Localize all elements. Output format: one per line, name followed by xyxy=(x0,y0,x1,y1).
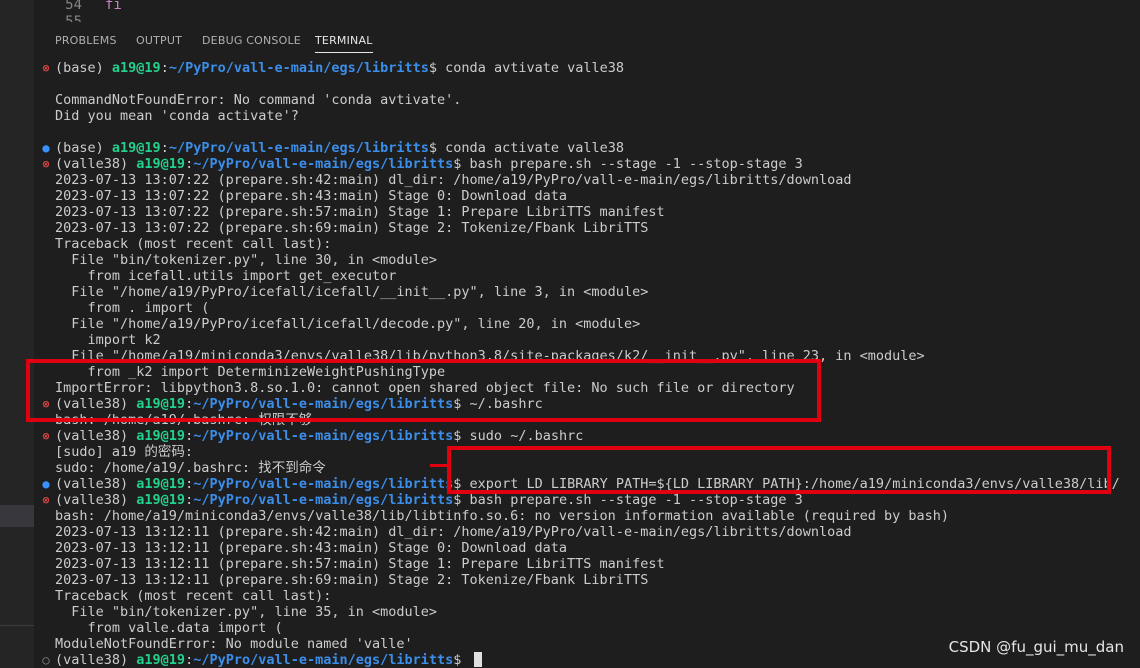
editor-code-line[interactable]: fi xyxy=(105,0,122,13)
prompt-separator: : xyxy=(185,428,194,444)
prompt-path: ~/PyPro/vall-e-main/egs/libritts xyxy=(193,492,454,508)
terminal-output-line: from icefall.utils import get_executor xyxy=(55,268,397,284)
prompt-separator: : xyxy=(185,156,194,172)
prompt-user: a19@19 xyxy=(136,156,186,172)
watermark: CSDN @fu_gui_mu_dan xyxy=(948,638,1124,656)
circle-x-icon[interactable]: ⊗ xyxy=(40,492,52,508)
prompt-separator: : xyxy=(160,60,169,76)
terminal-prompt-line: (valle38) a19@19:~/PyPro/vall-e-main/egs… xyxy=(55,652,482,668)
terminal-output-line: 2023-07-13 13:12:11 (prepare.sh:69:main)… xyxy=(55,572,649,588)
terminal-output-line: 2023-07-13 13:07:22 (prepare.sh:43:main)… xyxy=(55,188,568,204)
prompt-cmd: $ bash prepare.sh --stage -1 --stop-stag… xyxy=(453,492,803,508)
hollow-circle-icon[interactable]: ○ xyxy=(40,652,52,668)
prompt-path: ~/PyPro/vall-e-main/egs/libritts xyxy=(193,428,454,444)
prompt-cmd: $ conda avtivate valle38 xyxy=(428,60,624,76)
prompt-separator: : xyxy=(160,140,169,156)
prompt-cmd: $ xyxy=(453,652,470,668)
terminal-output-line: Did you mean 'conda activate'? xyxy=(55,108,299,124)
prompt-env: (valle38) xyxy=(55,428,137,444)
editor-peek: 54 fi 55 xyxy=(34,0,1140,23)
tab-terminal[interactable]: TERMINAL xyxy=(315,34,373,53)
terminal-output-line: File "/home/a19/PyPro/icefall/icefall/__… xyxy=(55,284,649,300)
terminal-output-line: Traceback (most recent call last): xyxy=(55,236,332,252)
highlight-connector xyxy=(430,464,448,467)
prompt-user: a19@19 xyxy=(136,652,186,668)
prompt-env: (valle38) xyxy=(55,652,137,668)
prompt-cmd: $ bash prepare.sh --stage -1 --stop-stag… xyxy=(453,156,803,172)
terminal-prompt-line: (valle38) a19@19:~/PyPro/vall-e-main/egs… xyxy=(55,492,803,508)
prompt-cmd: $ conda activate valle38 xyxy=(428,140,624,156)
highlight-box-export-command xyxy=(447,446,1111,494)
terminal-output-line: CommandNotFoundError: No command 'conda … xyxy=(55,92,462,108)
terminal-output-line: 2023-07-13 13:12:11 (prepare.sh:42:main)… xyxy=(55,524,852,540)
prompt-user: a19@19 xyxy=(136,476,186,492)
prompt-user: a19@19 xyxy=(136,428,186,444)
prompt-path: ~/PyPro/vall-e-main/egs/libritts xyxy=(168,60,429,76)
circle-x-icon[interactable]: ⊗ xyxy=(40,156,52,172)
prompt-env: (base) xyxy=(55,60,112,76)
prompt-user: a19@19 xyxy=(111,60,161,76)
prompt-separator: : xyxy=(185,492,194,508)
prompt-path: ~/PyPro/vall-e-main/egs/libritts xyxy=(168,140,429,156)
terminal-prompt-line: (base) a19@19:~/PyPro/vall-e-main/egs/li… xyxy=(55,140,624,156)
prompt-cmd: $ sudo ~/.bashrc xyxy=(453,428,584,444)
terminal-output-line: sudo: /home/a19/.bashrc: 找不到命令 xyxy=(55,460,326,476)
circle-x-icon[interactable]: ⊗ xyxy=(40,428,52,444)
prompt-separator: : xyxy=(185,652,194,668)
terminal-cursor xyxy=(473,652,482,667)
terminal-output-line: 2023-07-13 13:12:11 (prepare.sh:57:main)… xyxy=(55,556,665,572)
prompt-env: (valle38) xyxy=(55,476,137,492)
terminal-output-line: import k2 xyxy=(55,332,161,348)
filled-circle-icon[interactable]: ● xyxy=(40,476,52,492)
terminal-prompt-line: (valle38) a19@19:~/PyPro/vall-e-main/egs… xyxy=(55,156,803,172)
side-panel-strip xyxy=(0,0,34,668)
tab-problems[interactable]: PROBLEMS xyxy=(55,34,117,47)
prompt-separator: : xyxy=(185,476,194,492)
filled-circle-icon[interactable]: ● xyxy=(40,140,52,156)
circle-x-icon[interactable]: ⊗ xyxy=(40,60,52,76)
terminal-output-line: 2023-07-13 13:07:22 (prepare.sh:69:main)… xyxy=(55,220,649,236)
highlight-box-import-error xyxy=(26,359,821,422)
prompt-path: ~/PyPro/vall-e-main/egs/libritts xyxy=(193,652,454,668)
terminal-output-line: 2023-07-13 13:07:22 (prepare.sh:42:main)… xyxy=(55,172,852,188)
terminal-output-line: File "/home/a19/PyPro/icefall/icefall/de… xyxy=(55,316,641,332)
terminal-output-line: from . import ( xyxy=(55,300,210,316)
side-panel-selected-row[interactable] xyxy=(0,505,34,527)
terminal-prompt-line: (valle38) a19@19:~/PyPro/vall-e-main/egs… xyxy=(55,428,583,444)
prompt-user: a19@19 xyxy=(111,140,161,156)
terminal-output-line: bash: /home/a19/miniconda3/envs/valle38/… xyxy=(55,508,950,524)
side-panel-divider xyxy=(0,625,34,626)
terminal-output-line: File "bin/tokenizer.py", line 35, in <mo… xyxy=(55,604,438,620)
terminal-output-line: 2023-07-13 13:12:11 (prepare.sh:43:main)… xyxy=(55,540,568,556)
terminal-prompt-line: (base) a19@19:~/PyPro/vall-e-main/egs/li… xyxy=(55,60,624,76)
terminal-output-line: ModuleNotFoundError: No module named 'va… xyxy=(55,636,413,652)
terminal-output-line: from valle.data import ( xyxy=(55,620,283,636)
panel-tab-bar: PROBLEMS OUTPUT DEBUG CONSOLE TERMINAL xyxy=(34,22,1140,58)
workbench-main: 54 fi 55 PROBLEMS OUTPUT DEBUG CONSOLE T… xyxy=(26,0,1140,668)
prompt-path: ~/PyPro/vall-e-main/egs/libritts xyxy=(193,476,454,492)
editor-line-number: 54 xyxy=(65,0,82,13)
terminal-output-line: Traceback (most recent call last): xyxy=(55,588,332,604)
tab-output[interactable]: OUTPUT xyxy=(136,34,182,47)
tab-debug-console[interactable]: DEBUG CONSOLE xyxy=(202,34,301,47)
prompt-env: (valle38) xyxy=(55,492,137,508)
prompt-path: ~/PyPro/vall-e-main/egs/libritts xyxy=(193,156,454,172)
prompt-env: (base) xyxy=(55,140,112,156)
prompt-env: (valle38) xyxy=(55,156,137,172)
terminal-output-line: [sudo] a19 的密码: xyxy=(55,444,194,460)
terminal-output-line: File "bin/tokenizer.py", line 30, in <mo… xyxy=(55,252,438,268)
prompt-user: a19@19 xyxy=(136,492,186,508)
terminal-output-line: 2023-07-13 13:07:22 (prepare.sh:57:main)… xyxy=(55,204,665,220)
